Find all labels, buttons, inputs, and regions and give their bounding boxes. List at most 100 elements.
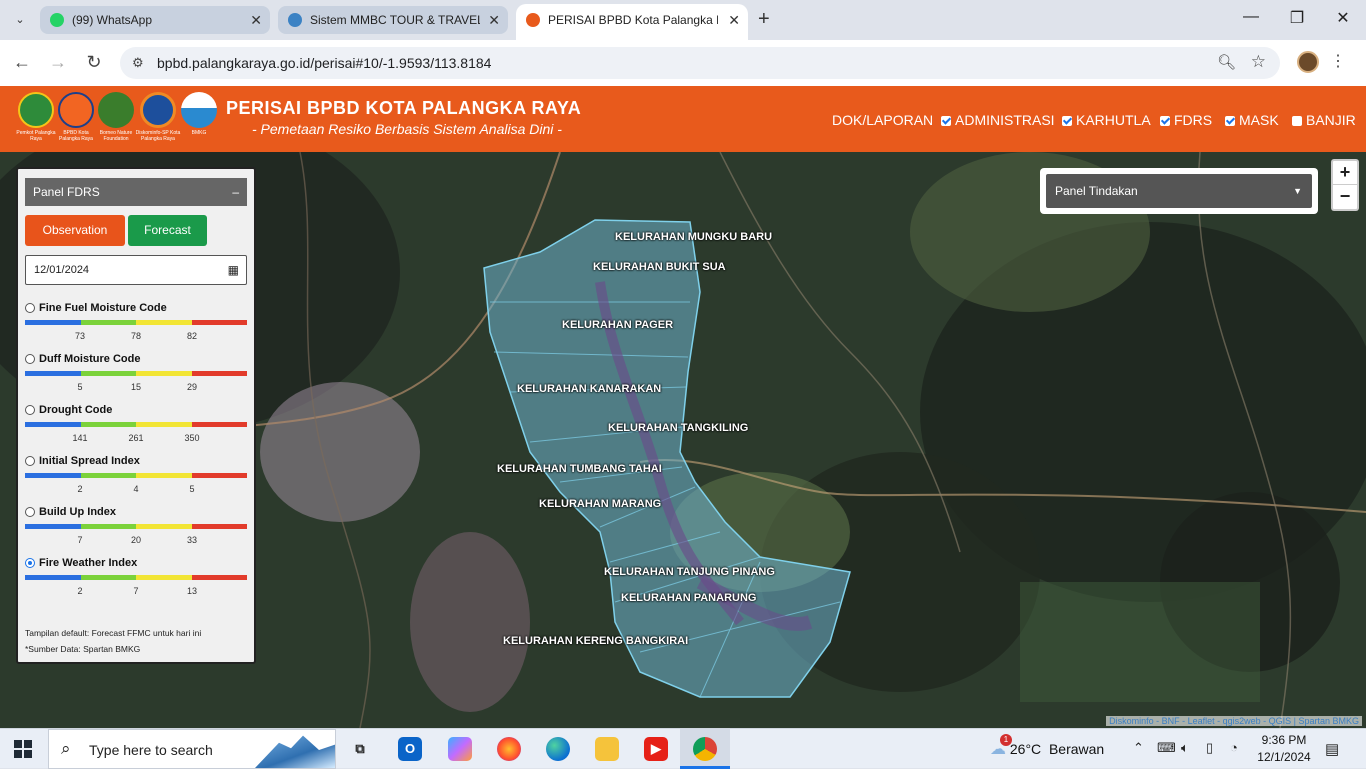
search-placeholder: Type here to search	[89, 742, 213, 758]
fdrs-color-scale	[25, 575, 247, 580]
tab-search-chevron-icon[interactable]: ⌄	[10, 10, 30, 30]
address-bar[interactable]: ⚙ bpbd.palangkaraya.go.id/perisai#10/-1.…	[120, 47, 1280, 79]
forecast-button[interactable]: Forecast	[128, 215, 207, 246]
site-subtitle: - Pemetaan Resiko Berbasis Sistem Analis…	[252, 121, 562, 137]
close-window-icon[interactable]: ✕	[1328, 8, 1358, 28]
menu-dok-laporan[interactable]: DOK/LAPORAN	[832, 112, 933, 128]
map-attribution[interactable]: Diskominfo - BNF - Leaflet - qgis2web - …	[1106, 716, 1362, 726]
clock-time: 9:36 PM	[1261, 733, 1307, 747]
url-text[interactable]: bpbd.palangkaraya.go.id/perisai#10/-1.95…	[157, 55, 491, 71]
menu-banjir[interactable]: BANJIR	[1292, 112, 1356, 128]
scale-tick-label: 15	[130, 382, 142, 392]
radio-unselected[interactable]	[25, 507, 35, 517]
bnf-logo	[98, 92, 134, 128]
note-source: *Sumber Data: Spartan BMKG	[25, 644, 141, 654]
menu-karhutla[interactable]: KARHUTLA	[1062, 112, 1151, 128]
fdrs-index-option[interactable]: Fine Fuel Moisture Code 73 78 82	[25, 302, 247, 351]
menu-mask[interactable]: MASK	[1225, 112, 1279, 128]
zoom-icon[interactable]: 🔍︎	[1217, 53, 1236, 71]
firefox-icon[interactable]	[497, 737, 521, 761]
windows-start-icon[interactable]	[14, 740, 32, 758]
minimize-window-icon[interactable]: —	[1236, 8, 1266, 26]
fdrs-color-scale	[25, 320, 247, 325]
map-view[interactable]: KELURAHAN MUNGKU BARU KELURAHAN BUKIT SU…	[0, 152, 1366, 728]
taskbar-search[interactable]: ⌕ Type here to search	[48, 729, 336, 769]
minimize-icon[interactable]: –	[232, 178, 239, 206]
notification-icon[interactable]: ▤	[1325, 740, 1339, 758]
fdrs-index-option[interactable]: Drought Code 141 261 350	[25, 404, 247, 453]
scale-tick-label: 78	[130, 331, 142, 341]
radio-selected[interactable]	[25, 558, 35, 568]
file-explorer-icon[interactable]	[595, 737, 619, 761]
back-arrow-icon[interactable]: ←	[11, 52, 33, 73]
menu-label: KARHUTLA	[1076, 112, 1151, 128]
reload-icon[interactable]: ↻	[83, 52, 105, 73]
close-icon[interactable]: ✕	[250, 6, 262, 34]
close-icon[interactable]: ✕	[728, 4, 740, 36]
scale-tick-label: 141	[72, 433, 88, 443]
scale-segment	[191, 422, 247, 427]
tab-whatsapp[interactable]: (99) WhatsApp ✕	[40, 6, 270, 34]
zoom-out-button[interactable]: −	[1333, 185, 1357, 209]
fdrs-index-option[interactable]: Duff Moisture Code 5 15 29	[25, 353, 247, 402]
radio-unselected[interactable]	[25, 405, 35, 415]
profile-avatar[interactable]	[1297, 51, 1319, 73]
scale-segment	[80, 422, 136, 427]
network-icon[interactable]: ◔	[1230, 740, 1238, 755]
weather-badge: 1	[1000, 734, 1012, 746]
volume-icon[interactable]: 🔈︎	[1181, 740, 1189, 756]
scale-segment	[25, 371, 81, 376]
task-view-icon[interactable]: ⧉	[348, 737, 372, 761]
youtube-icon[interactable]: ▶	[644, 737, 668, 761]
browser-tab-bar: ⌄ (99) WhatsApp ✕ Sistem MMBC TOUR & TRA…	[0, 0, 1366, 40]
checkbox-checked[interactable]	[1160, 116, 1170, 126]
radio-unselected[interactable]	[25, 456, 35, 466]
checkbox-checked[interactable]	[1225, 116, 1235, 126]
weather-widget[interactable]: ☁ 1 26°C Berawan	[990, 734, 1104, 759]
scale-segment	[136, 524, 192, 529]
chevron-up-icon[interactable]: ⌃	[1133, 740, 1144, 756]
copilot-icon[interactable]	[448, 737, 472, 761]
fdrs-index-option[interactable]: Fire Weather Index 2 7 13	[25, 557, 247, 606]
close-icon[interactable]: ✕	[488, 6, 500, 34]
calendar-icon[interactable]: ▦	[228, 256, 239, 284]
fdrs-index-option[interactable]: Initial Spread Index 2 4 5	[25, 455, 247, 504]
scale-tick-label: 20	[130, 535, 142, 545]
observation-button[interactable]: Observation	[25, 215, 125, 246]
panel-tindakan-select[interactable]: Panel Tindakan ▼	[1046, 174, 1312, 208]
outlook-icon[interactable]: O	[398, 737, 422, 761]
logo-caption: Diskominfo-SP Kota Palangka Raya	[135, 130, 181, 142]
tab-mmbc[interactable]: Sistem MMBC TOUR & TRAVEL ✕	[278, 6, 508, 34]
radio-unselected[interactable]	[25, 354, 35, 364]
site-info-icon[interactable]: ⚙	[132, 55, 144, 71]
new-tab-icon[interactable]: +	[758, 8, 770, 31]
fdrs-color-scale	[25, 524, 247, 529]
restore-window-icon[interactable]: ❐	[1282, 8, 1312, 28]
forward-arrow-icon[interactable]: →	[47, 52, 69, 73]
panel-fdrs: Panel FDRS – Observation Forecast 12/01/…	[16, 167, 256, 664]
date-input[interactable]: 12/01/2024 ▦	[25, 255, 247, 285]
chrome-icon[interactable]	[693, 737, 717, 761]
menu-administrasi[interactable]: ADMINISTRASI	[941, 112, 1055, 128]
region-label: KELURAHAN TANJUNG PINANG	[604, 566, 775, 578]
edge-icon[interactable]	[546, 737, 570, 761]
keyboard-layout-icon[interactable]: ⌨	[1157, 740, 1176, 756]
fdrs-index-option[interactable]: Build Up Index 7 20 33	[25, 506, 247, 555]
scale-segment	[80, 473, 136, 478]
system-clock[interactable]: 9:36 PM 12/1/2024	[1246, 732, 1322, 766]
checkbox-checked[interactable]	[941, 116, 951, 126]
scale-tick-label: 29	[186, 382, 198, 392]
panel-fdrs-header[interactable]: Panel FDRS –	[25, 178, 247, 206]
menu-fdrs[interactable]: FDRS	[1160, 112, 1212, 128]
bpbd-favicon-icon	[526, 13, 540, 27]
radio-unselected[interactable]	[25, 303, 35, 313]
battery-icon[interactable]: ▯	[1206, 740, 1213, 756]
bookmark-star-icon[interactable]: ☆	[1251, 52, 1266, 72]
checkbox-checked[interactable]	[1062, 116, 1072, 126]
tab-perisai[interactable]: PERISAI BPBD Kota Palangka Ra ✕	[516, 4, 748, 40]
zoom-in-button[interactable]: +	[1333, 161, 1357, 185]
checkbox-unchecked[interactable]	[1292, 116, 1302, 126]
site-header: Pemkot Palangka Raya BPBD Kota Palangka …	[0, 86, 1366, 152]
fdrs-index-name: Duff Moisture Code	[39, 353, 141, 365]
browser-menu-icon[interactable]: ⋮	[1330, 51, 1346, 71]
